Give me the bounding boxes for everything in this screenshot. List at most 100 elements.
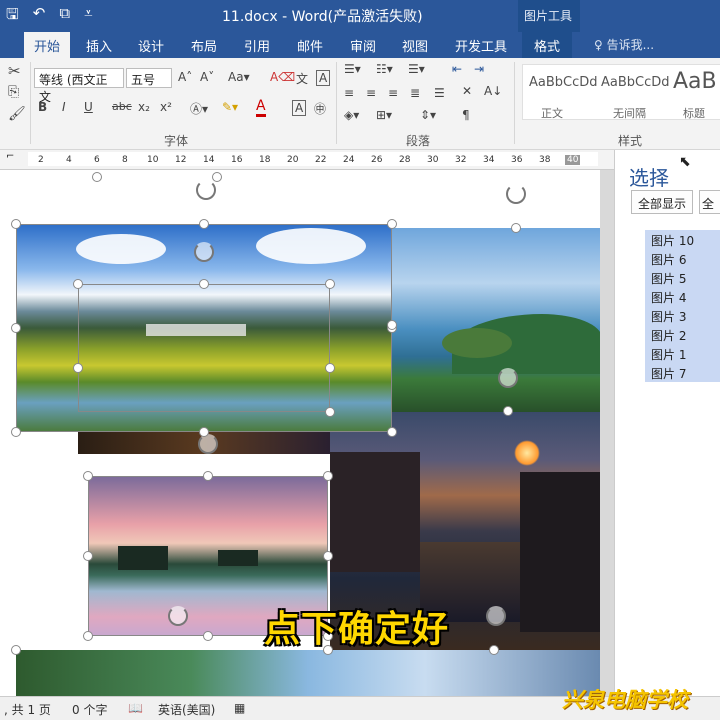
align-right-icon[interactable]: ≡	[388, 86, 398, 100]
italic-button[interactable]: I	[62, 100, 66, 114]
phonetic-guide-icon[interactable]: 文	[296, 70, 308, 87]
hide-all-button[interactable]: 全	[699, 190, 720, 214]
distributed-icon[interactable]: ☰	[434, 86, 445, 100]
resize-handle[interactable]	[387, 219, 397, 229]
tell-me-box[interactable]: ♀ 告诉我...	[594, 36, 654, 53]
shading-icon[interactable]: ◈▾	[344, 108, 359, 122]
tab-design[interactable]: 设计	[138, 36, 164, 55]
horizontal-ruler[interactable]: ⌐ 2 4 6 8 10 12 14 16 18 20 22 24 26 28 …	[0, 150, 614, 170]
resize-handle[interactable]	[11, 323, 21, 333]
resize-handle[interactable]	[92, 172, 102, 182]
resize-handle[interactable]	[83, 631, 93, 641]
resize-handle[interactable]	[11, 219, 21, 229]
rotate-handle-icon[interactable]	[168, 606, 188, 626]
language-indicator[interactable]: 英语(美国)	[158, 701, 215, 718]
resize-handle[interactable]	[325, 279, 335, 289]
decrease-indent-icon[interactable]: ⇤	[452, 62, 462, 76]
style-heading-sample[interactable]: AaB	[673, 69, 717, 94]
numbering-icon[interactable]: ☷▾	[376, 62, 393, 76]
tab-developer[interactable]: 开发工具	[455, 36, 507, 55]
copy-icon[interactable]: ⎘	[8, 84, 19, 100]
line-spacing-icon[interactable]: ⇕▾	[420, 108, 436, 122]
tab-review[interactable]: 审阅	[350, 36, 376, 55]
tab-insert[interactable]: 插入	[86, 36, 112, 55]
resize-handle[interactable]	[511, 223, 521, 233]
multilevel-list-icon[interactable]: ☰▾	[408, 62, 425, 76]
strikethrough-button[interactable]: abc	[112, 100, 132, 113]
text-effects-icon[interactable]: Ⓐ▾	[190, 100, 208, 117]
rotate-handle-icon[interactable]	[198, 434, 218, 454]
list-item[interactable]: 图片 6	[645, 249, 720, 268]
change-case-icon[interactable]: Aa▾	[228, 70, 250, 84]
undo-icon[interactable]: ↶	[33, 4, 46, 29]
resize-handle[interactable]	[11, 645, 21, 655]
subscript-icon[interactable]: x₂	[138, 100, 150, 114]
resize-handle[interactable]	[83, 471, 93, 481]
redo-icon[interactable]: ⧉	[59, 4, 70, 29]
rotate-handle-icon[interactable]	[194, 242, 214, 262]
cut-icon[interactable]: ✂	[8, 62, 21, 80]
list-item[interactable]: 图片 3	[645, 306, 720, 325]
underline-button[interactable]: U	[84, 100, 93, 114]
style-no-spacing-sample[interactable]: AaBbCcDd	[601, 75, 670, 90]
increase-indent-icon[interactable]: ⇥	[474, 62, 484, 76]
resize-handle[interactable]	[199, 219, 209, 229]
grow-font-icon[interactable]: A˄	[178, 70, 192, 84]
customize-icon[interactable]: ⩡	[84, 4, 92, 29]
format-painter-icon[interactable]: 🖌	[8, 106, 26, 122]
char-shading-icon[interactable]: A	[292, 100, 307, 116]
macro-record-icon[interactable]: ▦	[234, 701, 245, 715]
resize-handle[interactable]	[203, 631, 213, 641]
tab-stop-icon[interactable]: ⌐	[6, 151, 14, 162]
resize-handle[interactable]	[387, 427, 397, 437]
chinese-layout-icon[interactable]: ✕	[462, 84, 472, 98]
resize-handle[interactable]	[323, 471, 333, 481]
tab-format[interactable]: 格式	[522, 32, 573, 58]
resize-handle[interactable]	[387, 320, 397, 330]
list-item[interactable]: 图片 1	[645, 344, 720, 363]
resize-handle[interactable]	[323, 551, 333, 561]
tab-view[interactable]: 视图	[402, 36, 428, 55]
show-marks-icon[interactable]: ¶	[462, 108, 470, 122]
rotate-handle-icon[interactable]	[486, 606, 506, 626]
rotate-handle-icon[interactable]	[498, 368, 518, 388]
resize-handle[interactable]	[212, 172, 222, 182]
picture-bottom[interactable]	[16, 650, 600, 696]
list-item[interactable]: 图片 10	[645, 230, 720, 249]
rotate-handle-icon[interactable]	[506, 184, 526, 204]
page-count[interactable]: , 共 1 页	[4, 701, 51, 718]
resize-handle[interactable]	[325, 407, 335, 417]
char-border-icon[interactable]: A	[316, 70, 331, 86]
word-count[interactable]: 0 个字	[72, 701, 107, 718]
sort-icon[interactable]: A↓	[484, 84, 502, 98]
clear-format-icon[interactable]: A⌫	[270, 70, 295, 84]
resize-handle[interactable]	[199, 279, 209, 289]
list-item[interactable]: 图片 4	[645, 287, 720, 306]
borders-icon[interactable]: ⊞▾	[376, 108, 392, 122]
tab-home[interactable]: 开始	[24, 32, 71, 58]
picture-lake[interactable]	[392, 228, 600, 412]
resize-handle[interactable]	[503, 406, 513, 416]
superscript-icon[interactable]: x²	[160, 100, 172, 114]
align-left-icon[interactable]: ≡	[344, 86, 354, 100]
tab-references[interactable]: 引用	[244, 36, 270, 55]
resize-handle[interactable]	[73, 279, 83, 289]
justify-icon[interactable]: ≣	[410, 86, 420, 100]
list-item[interactable]: 图片 7	[645, 363, 720, 382]
tab-layout[interactable]: 布局	[191, 36, 217, 55]
resize-handle[interactable]	[203, 471, 213, 481]
resize-handle[interactable]	[83, 551, 93, 561]
font-size-select[interactable]: 五号	[126, 68, 172, 88]
show-all-button[interactable]: 全部显示	[631, 190, 694, 214]
rotate-handle-icon[interactable]	[196, 180, 216, 200]
style-normal-sample[interactable]: AaBbCcDd	[529, 75, 598, 90]
resize-handle[interactable]	[325, 363, 335, 373]
list-item[interactable]: 图片 2	[645, 325, 720, 344]
enclose-char-icon[interactable]: ㊥	[314, 100, 326, 117]
resize-handle[interactable]	[73, 363, 83, 373]
align-center-icon[interactable]: ≡	[366, 86, 376, 100]
bold-button[interactable]: B	[38, 100, 47, 114]
resize-handle[interactable]	[199, 427, 209, 437]
font-color-button[interactable]: A	[256, 98, 266, 117]
resize-handle[interactable]	[11, 427, 21, 437]
